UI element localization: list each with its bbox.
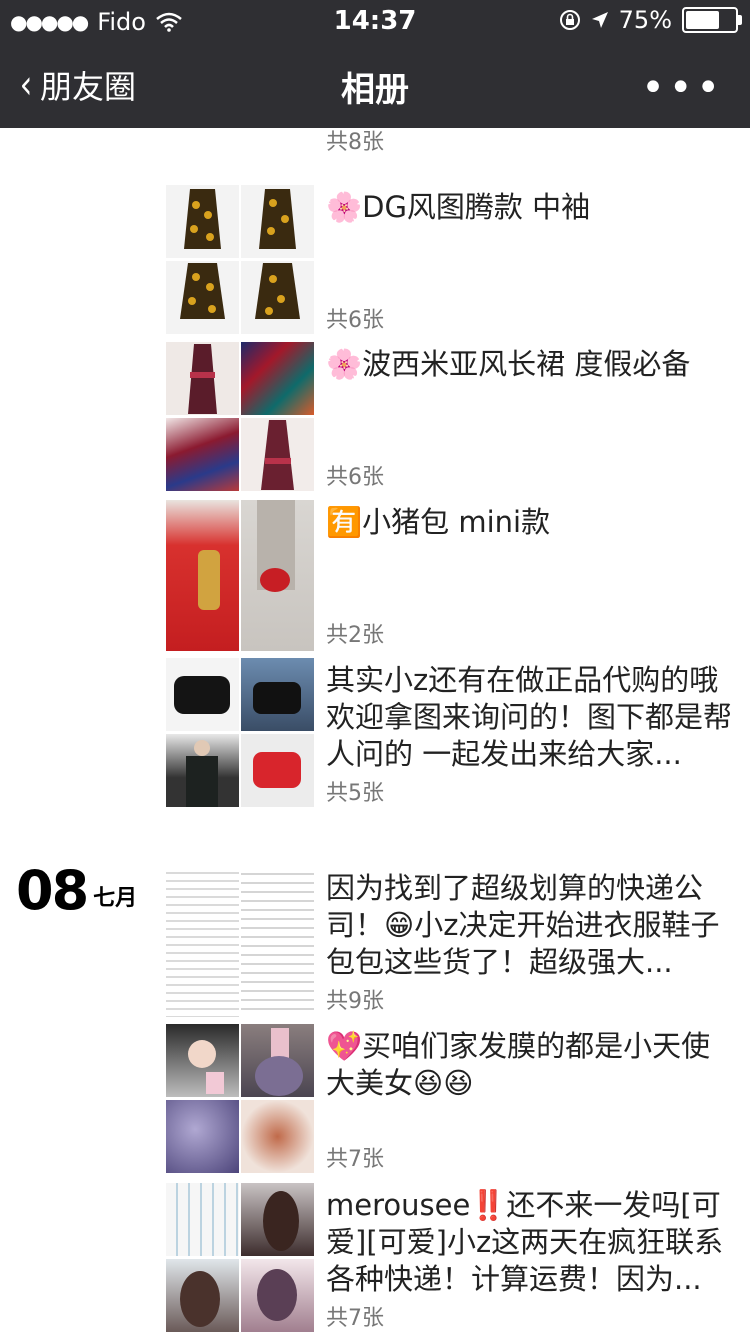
photo-thumbnail[interactable]: [166, 734, 239, 807]
more-options-icon[interactable]: •••: [641, 68, 724, 108]
photo-count: 共7张: [326, 1306, 384, 1331]
photo-thumbnail[interactable]: [241, 658, 314, 731]
date-month: 七月: [93, 886, 138, 911]
album-post[interactable]: 🌸DG风图腾款 中袖 共6张: [166, 185, 750, 336]
photo-grid: [166, 1183, 316, 1334]
post-caption: 💖买咱们家发膜的都是小天使大美女😆😆: [326, 1029, 711, 1100]
photo-count: 共8张: [326, 130, 384, 155]
photo-grid: [166, 342, 316, 493]
top-bar: ●●●●● Fido 14:37 75% ‹ 朋友圈 相册 •••: [0, 0, 750, 128]
location-arrow-icon: [591, 12, 608, 28]
photo-thumbnail[interactable]: [241, 342, 314, 415]
date-header: 08 七月: [16, 864, 137, 918]
photo-thumbnail[interactable]: [241, 734, 314, 807]
photo-thumbnail[interactable]: [166, 1183, 239, 1256]
rotation-lock-icon: [559, 10, 580, 30]
status-bar: ●●●●● Fido 14:37 75%: [0, 0, 750, 40]
photo-grid: [166, 500, 316, 651]
album-post[interactable]: 🌸波西米亚风长裙 度假必备 共6张: [166, 342, 750, 493]
battery-percent: 75%: [618, 6, 672, 34]
photo-grid: [166, 658, 316, 809]
photo-thumbnail[interactable]: [166, 418, 239, 491]
photo-grid: [166, 185, 316, 336]
photo-thumbnail[interactable]: [241, 1024, 314, 1097]
photo-thumbnail[interactable]: [166, 1024, 239, 1097]
photo-thumbnail[interactable]: [241, 866, 314, 1017]
album-post[interactable]: 其实小z还有在做正品代购的哦 欢迎拿图来询问的！图下都是帮人问的 一起发出来给大…: [166, 658, 750, 809]
post-caption: merousee‼️还不来一发吗[可爱][可爱]小z这两天在疯狂联系各种快递！计…: [326, 1188, 724, 1296]
photo-grid: [166, 128, 316, 158]
photo-thumbnail[interactable]: [241, 1183, 314, 1256]
photo-thumbnail[interactable]: [241, 1100, 314, 1173]
photo-thumbnail[interactable]: [166, 261, 239, 334]
post-caption: 🌸DG风图腾款 中袖: [326, 190, 591, 224]
album-post[interactable]: merousee‼️还不来一发吗[可爱][可爱]小z这两天在疯狂联系各种快递！计…: [166, 1183, 750, 1334]
photo-count: 共6张: [326, 308, 384, 333]
photo-count: 共7张: [326, 1147, 384, 1172]
photo-thumbnail[interactable]: [241, 418, 314, 491]
album-post[interactable]: 🈶小猪包 mini款 共2张: [166, 500, 750, 651]
post-caption: 其实小z还有在做正品代购的哦 欢迎拿图来询问的！图下都是帮人问的 一起发出来给大…: [326, 663, 733, 771]
post-caption: 🈶小猪包 mini款: [326, 505, 551, 539]
photo-thumbnail[interactable]: [166, 1259, 239, 1332]
post-caption: 因为找到了超级划算的快递公司！😁小z决定开始进衣服鞋子包包这些货了！超级强大..…: [326, 871, 720, 979]
page-title: 相册: [341, 70, 409, 110]
battery-icon: [682, 7, 742, 33]
album-feed: 共8张 🌸DG风图腾款 中袖 共6张 🌸波西米亚风长裙 度假必备 共6张 🈶小猪…: [0, 128, 750, 1334]
album-post[interactable]: 💖买咱们家发膜的都是小天使大美女😆😆 共7张: [166, 1024, 750, 1175]
photo-count: 共9张: [326, 989, 384, 1014]
post-caption: 🌸波西米亚风长裙 度假必备: [326, 347, 691, 381]
photo-grid: [166, 1024, 316, 1175]
photo-count: 共2张: [326, 623, 384, 648]
album-post[interactable]: 因为找到了超级划算的快递公司！😁小z决定开始进衣服鞋子包包这些货了！超级强大..…: [166, 866, 750, 1017]
navigation-bar: ‹ 朋友圈 相册 •••: [0, 40, 750, 128]
photo-thumbnail[interactable]: [241, 185, 314, 258]
photo-thumbnail[interactable]: [166, 1100, 239, 1173]
photo-thumbnail[interactable]: [166, 342, 239, 415]
photo-thumbnail[interactable]: [166, 500, 239, 651]
photo-count: 共5张: [326, 781, 384, 806]
photo-thumbnail[interactable]: [166, 866, 239, 1017]
photo-count: 共6张: [326, 465, 384, 490]
photo-grid: [166, 866, 316, 1017]
photo-thumbnail[interactable]: [241, 261, 314, 334]
album-post[interactable]: 共8张: [166, 128, 750, 158]
photo-thumbnail[interactable]: [241, 500, 314, 651]
photo-thumbnail[interactable]: [166, 185, 239, 258]
photo-thumbnail[interactable]: [166, 658, 239, 731]
photo-thumbnail[interactable]: [241, 1259, 314, 1332]
date-day: 08: [16, 859, 89, 922]
